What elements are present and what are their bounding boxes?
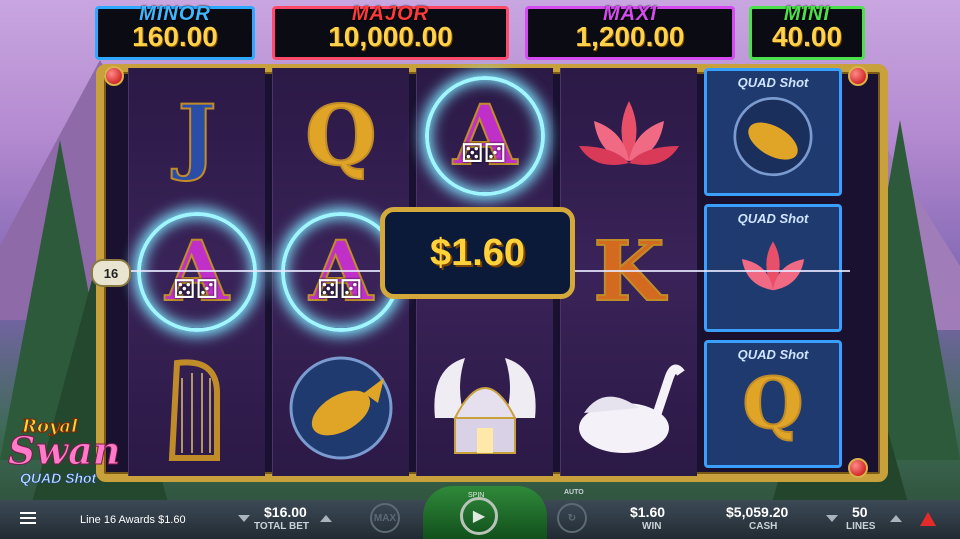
symbol-j: J	[177, 88, 218, 184]
jackpot-maxi-value: 1,200.00	[575, 21, 685, 52]
koi-fish-icon	[733, 97, 813, 177]
palace-wild-icon	[434, 358, 536, 454]
lines-decrease-button[interactable]	[826, 515, 838, 522]
win-glow-ring	[137, 212, 257, 332]
game-logo: Royal Swan QUAD Shot	[4, 410, 124, 490]
total-bet-value: $16.00	[264, 504, 307, 520]
lines-label: LINES	[846, 521, 876, 532]
gem-icon	[104, 66, 124, 86]
reel-4: K	[560, 68, 697, 476]
quad-shot-tag: QUAD Shot	[737, 347, 809, 362]
win-amount: $1.60	[429, 231, 526, 274]
reel-cell: Q	[273, 68, 409, 204]
cash-value: $5,059.20	[726, 504, 789, 520]
logo-quad-text: QUAD Shot	[20, 470, 97, 487]
reel-cell	[417, 340, 553, 476]
win-label: WIN	[642, 521, 662, 532]
cash-label: CASH	[749, 521, 778, 532]
jackpot-maxi: MAXI 1,200.00	[525, 3, 735, 60]
payline-number-badge: 16	[91, 259, 131, 287]
symbol-k: K	[592, 224, 665, 320]
symbol-q: Q	[304, 88, 377, 184]
win-amount-popup: $1.60	[380, 207, 575, 299]
jackpot-mini: MINI 40.00	[749, 3, 865, 60]
total-bet-label: TOTAL BET	[254, 521, 309, 532]
autoplay-button[interactable]: ↻	[557, 503, 587, 533]
quad-shot-tag: QUAD Shot	[737, 75, 809, 90]
jackpot-minor-value: 160.00	[132, 21, 218, 52]
brand-logo-icon	[920, 512, 936, 526]
reel-cell: A ⚄⚂	[417, 68, 553, 204]
jackpot-major: MAJOR 10,000.00	[272, 3, 509, 60]
jackpot-major-value: 10,000.00	[328, 21, 453, 52]
status-message: Line 16 Awards $1.60	[80, 514, 186, 526]
max-bet-label: MAX	[373, 512, 397, 524]
reel-cell	[273, 340, 409, 476]
bet-increase-button[interactable]	[320, 515, 332, 522]
harp-icon	[168, 359, 220, 461]
spin-button[interactable]: ▶	[460, 497, 498, 535]
autoplay-icon: ↻	[567, 512, 577, 524]
reel-cell: K	[561, 204, 697, 340]
quad-shot-cell: QUAD Shot Q	[704, 340, 842, 468]
dice-icon: ⚄⚂	[317, 274, 363, 304]
lotus-icon	[579, 101, 679, 165]
lines-increase-button[interactable]	[890, 515, 902, 522]
jackpot-mini-value: 40.00	[771, 21, 843, 52]
dice-icon: ⚄⚂	[173, 274, 219, 304]
jackpot-minor: MINOR 160.00	[95, 3, 255, 60]
reel-1: J A ⚄⚂	[128, 68, 265, 476]
reel-cell: A ⚄⚂	[129, 204, 265, 340]
dice-icon: ⚄⚂	[461, 138, 507, 168]
menu-icon[interactable]	[20, 512, 36, 524]
lotus-icon	[741, 241, 805, 291]
autoplay-label: AUTO	[564, 489, 584, 496]
reel-5-quad-shot: QUAD Shot QUAD Shot QUAD Shot Q	[700, 68, 846, 476]
win-glow-ring	[425, 76, 545, 196]
gem-icon	[848, 66, 868, 86]
logo-swan-text: Swan	[7, 428, 121, 474]
quad-shot-cell: QUAD Shot	[704, 204, 842, 332]
reel-cell	[129, 340, 265, 476]
quad-shot-cell: QUAD Shot	[704, 68, 842, 196]
reel-cell	[561, 68, 697, 204]
swan-icon	[579, 364, 685, 453]
bet-decrease-button[interactable]	[238, 515, 250, 522]
max-bet-button[interactable]: MAX	[370, 503, 400, 533]
reel-cell: J	[129, 68, 265, 204]
play-icon: ▶	[472, 508, 486, 525]
symbol-q: Q	[742, 362, 805, 445]
koi-fish-icon	[289, 356, 393, 460]
gem-icon	[848, 458, 868, 478]
quad-shot-tag: QUAD Shot	[737, 211, 809, 226]
lines-value: 50	[852, 504, 868, 520]
reel-cell	[561, 340, 697, 476]
win-value: $1.60	[630, 504, 666, 520]
